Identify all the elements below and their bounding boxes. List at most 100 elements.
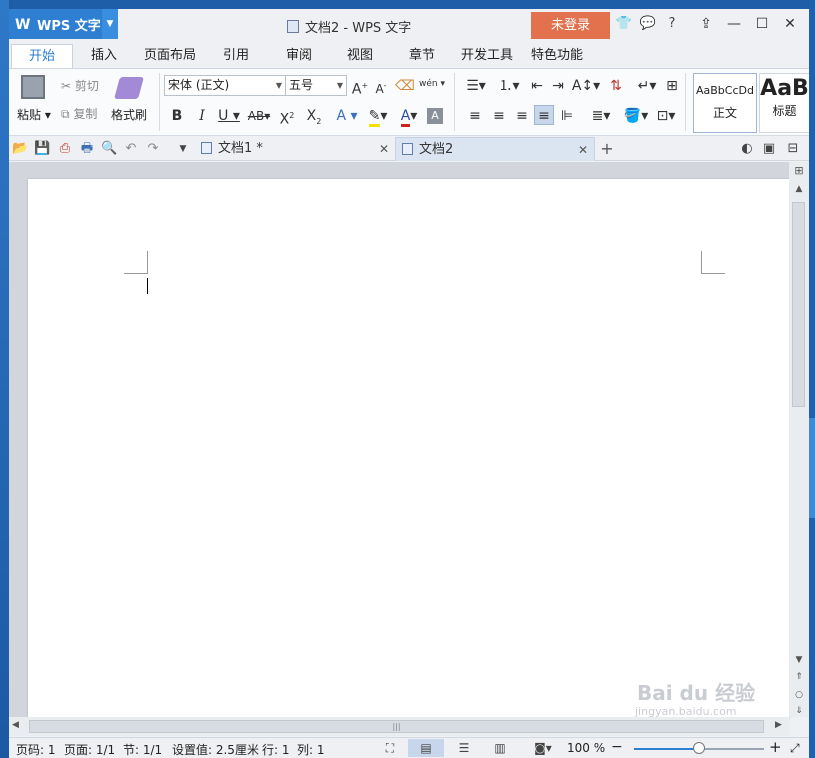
select-browse-icon[interactable]: ○ [789,690,809,700]
italic-button[interactable]: I [192,106,212,126]
side-panel-tab[interactable] [809,418,815,518]
text-effect-button[interactable]: A ▾ [334,106,360,126]
scroll-thumb[interactable]: ||| [29,720,764,733]
align-right-icon[interactable]: ≡ [512,106,532,126]
sort-icon[interactable]: ⇅ [606,76,626,96]
app-menu-button[interactable]: W WPS 文字 ▼ [9,9,118,39]
scroll-thumb[interactable] [792,202,805,407]
fill-bucket-icon[interactable]: 🪣▾ [621,106,651,126]
table-grid-icon[interactable]: ⊞ [662,76,682,96]
zoom-slider[interactable] [634,742,764,754]
tab-home[interactable]: 开始 [11,44,73,68]
zoom-slider-knob[interactable] [693,742,705,754]
status-setting[interactable]: 设置值: 2.5厘米 [172,741,259,758]
style-heading[interactable]: AaB 标题 [759,73,809,133]
outline-view-icon[interactable]: ☰ [454,739,474,757]
line-spacing-icon[interactable]: ≣▾ [587,106,615,126]
undo-icon[interactable]: ↶ [123,141,139,157]
protect-eye-icon[interactable]: ◙▾ [528,739,558,757]
fit-window-icon[interactable]: ⤢ [790,741,800,756]
login-button[interactable]: 未登录 [531,12,610,39]
highlight-button[interactable]: ✎▾ [364,106,392,127]
copy-button[interactable]: ⧉ 复制 [61,105,97,122]
align-center-icon[interactable]: ≡ [489,106,509,126]
document-tab-active[interactable]: 文档2 ✕ [395,137,595,161]
close-tab-icon[interactable]: ✕ [379,137,389,161]
font-color-button[interactable]: A▾ [395,106,423,127]
tab-special[interactable]: 特色功能 [531,44,583,68]
char-shading-icon[interactable]: A [427,108,443,124]
scroll-right-icon[interactable]: ▶ [775,720,782,730]
full-screen-view-icon[interactable]: ⛶ [380,739,400,757]
zoom-level[interactable]: 100 % [567,741,605,755]
align-left-icon[interactable]: ≡ [465,106,485,126]
distribute-icon[interactable]: ⊫ [557,106,577,126]
pinyin-guide-icon[interactable]: wén ▾ [419,74,445,94]
share-upload-icon[interactable]: ⇪ [692,13,720,35]
underline-button[interactable]: U ▾ [215,106,243,126]
decrease-indent-icon[interactable]: ⇤ [527,76,547,96]
format-painter-icon[interactable] [114,77,144,99]
shrink-font-icon[interactable]: A- [371,76,391,96]
horizontal-scrollbar[interactable]: ◀ ||| ▶ [9,717,789,736]
scroll-up-icon[interactable]: ▲ [789,184,809,194]
document-page[interactable] [28,179,789,719]
maximize-button[interactable]: ☐ [748,13,776,35]
scroll-down-icon[interactable]: ▼ [789,655,809,665]
paste-button[interactable]: 粘贴 ▾ [17,106,51,123]
new-tab-plus-icon[interactable]: + [599,141,615,157]
paste-icon[interactable] [21,75,45,99]
export-pdf-icon[interactable]: ⎙ [57,141,73,157]
vertical-scrollbar[interactable]: ⊞ ▲ ▼ ⇑ ○ ⇓ [789,162,809,717]
ruler-toggle-icon[interactable]: ⊞ [789,164,809,177]
zoom-in-icon[interactable]: + [769,738,782,756]
tab-view[interactable]: 视图 [345,44,375,68]
doc-tool-icon[interactable]: ◐ [739,141,755,157]
close-button[interactable]: ✕ [776,13,804,35]
web-view-icon[interactable]: ▥ [490,739,510,757]
superscript-button[interactable]: X2 [277,106,297,128]
paragraph-mark-icon[interactable]: ↵▾ [635,76,659,96]
scroll-left-icon[interactable]: ◀ [12,720,19,730]
feedback-chat-icon[interactable]: 💬 [639,15,657,33]
save-icon[interactable]: 💾 [34,141,50,157]
zoom-out-icon[interactable]: − [611,739,623,755]
borders-icon[interactable]: ⊡▾ [653,106,679,126]
skin-shirt-icon[interactable]: 👕 [615,15,633,33]
prev-page-icon[interactable]: ⇑ [789,672,809,682]
font-size-select[interactable]: 五号 ▼ [285,75,347,96]
bullet-list-icon[interactable]: ☰▾ [461,76,491,96]
note-icon[interactable]: ▣ [761,141,777,157]
tab-chapter[interactable]: 章节 [407,44,437,68]
chevron-down-icon[interactable]: ▼ [102,9,118,39]
tab-insert[interactable]: 插入 [89,44,119,68]
clear-format-icon[interactable]: ⌫ [395,76,415,96]
tab-developer[interactable]: 开发工具 [461,44,513,68]
chevron-down-icon[interactable]: ▼ [175,141,191,157]
tab-review[interactable]: 审阅 [284,44,314,68]
increase-indent-icon[interactable]: ⇥ [548,76,568,96]
grow-font-icon[interactable]: A+ [350,76,370,98]
print-icon[interactable]: 🖶 [79,141,95,157]
redo-icon[interactable]: ↷ [145,141,161,157]
open-folder-icon[interactable]: 📂 [12,141,28,157]
help-icon[interactable]: ? [663,15,681,33]
tab-page-layout[interactable]: 页面布局 [144,44,196,68]
page-view-icon[interactable]: ▤ [408,739,444,757]
close-tab-icon[interactable]: ✕ [578,138,588,162]
numbered-list-icon[interactable]: ⒈▾ [494,76,524,96]
minimize-button[interactable]: — [720,13,748,35]
tab-references[interactable]: 引用 [221,44,251,68]
document-tab[interactable]: 文档1 * ✕ [195,137,395,161]
justify-icon[interactable]: ≡ [534,105,554,125]
format-painter-button[interactable]: 格式刷 [111,106,147,123]
subscript-button[interactable]: X2 [304,106,324,126]
next-page-icon[interactable]: ⇓ [789,706,809,716]
style-normal[interactable]: AaBbCcDd 正文 [693,73,757,133]
strikethrough-button[interactable]: AB▾ [245,106,273,126]
minimize-ribbon-icon[interactable]: ⊟ [785,141,801,157]
change-case-icon[interactable]: A↕▾ [571,76,601,96]
print-preview-icon[interactable]: 🔍 [101,141,117,157]
font-name-select[interactable]: 宋体 (正文) ▼ [164,75,286,96]
bold-button[interactable]: B [167,106,187,126]
